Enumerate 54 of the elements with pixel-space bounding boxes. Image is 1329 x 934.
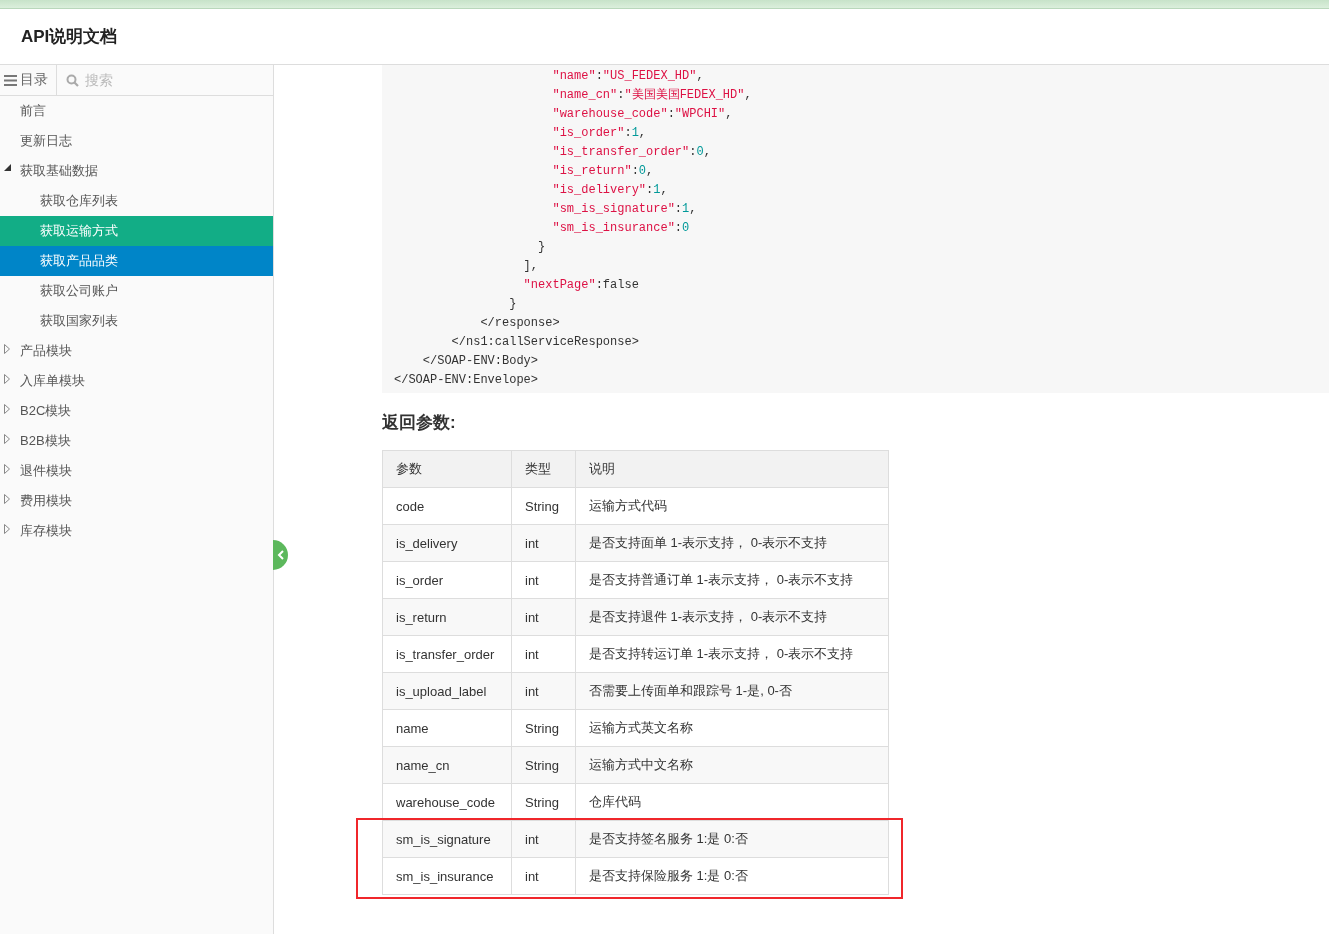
search-field[interactable]: 搜索 (83, 71, 237, 89)
nav-item[interactable]: 产品模块 (0, 336, 273, 366)
table-cell: 运输方式英文名称 (575, 709, 889, 747)
nav-item[interactable]: 更新日志 (0, 126, 273, 156)
table-cell: 是否支持普通订单 1-表示支持， 0-表示不支持 (575, 561, 889, 599)
table-cell: int (511, 635, 576, 673)
table-cell: 运输方式代码 (575, 487, 889, 525)
table-cell: is_return (382, 598, 512, 636)
column-header: 参数 (382, 450, 512, 488)
table-cell: int (511, 561, 576, 599)
table-cell: name_cn (382, 746, 512, 784)
nav-item[interactable]: 获取仓库列表 (0, 186, 273, 216)
table-cell: String (511, 783, 576, 821)
table-cell: int (511, 820, 576, 858)
table-cell: String (511, 746, 576, 784)
table-cell: 是否支持面单 1-表示支持， 0-表示不支持 (575, 524, 889, 562)
table-cell: code (382, 487, 512, 525)
search-icon (66, 73, 79, 87)
nav-item[interactable]: 库存模块 (0, 516, 273, 546)
column-header: 说明 (575, 450, 889, 488)
chevron-left-icon (276, 550, 285, 560)
nav-item[interactable]: 入库单模块 (0, 366, 273, 396)
table-cell: 是否支持退件 1-表示支持， 0-表示不支持 (575, 598, 889, 636)
table-cell: String (511, 487, 576, 525)
table-cell: int (511, 598, 576, 636)
table-cell: is_delivery (382, 524, 512, 562)
table-cell: 仓库代码 (575, 783, 889, 821)
table-cell: 是否支持签名服务 1:是 0:否 (575, 820, 889, 858)
table-cell: 运输方式中文名称 (575, 746, 889, 784)
nav-item[interactable]: 获取国家列表 (0, 306, 273, 336)
nav-item[interactable]: B2C模块 (0, 396, 273, 426)
menu-icon (4, 74, 17, 86)
code-block: "name":"US_FEDEX_HD", "name_cn":"美国美国FEDEX_HD", "warehouse_code":"WPCHI", "is_order":1, "is_transfer_order":0, "is_return":0, "is_delivery":1, "sm_is_signature":1, "sm_is_insurance":0 } ], "nextPage":false } </response> </ns1:callServiceResponse> </SOAP-ENV:Body> </SOAP-ENV:Envelope> (382, 65, 1329, 393)
table-cell: 是否支持转运订单 1-表示支持， 0-表示不支持 (575, 635, 889, 673)
table-cell: int (511, 672, 576, 710)
nav-item[interactable]: B2B模块 (0, 426, 273, 456)
nav-item[interactable]: 退件模块 (0, 456, 273, 486)
table-cell: String (511, 709, 576, 747)
column-header: 类型 (511, 450, 576, 488)
table-cell: name (382, 709, 512, 747)
nav-item[interactable]: 获取公司账户 (0, 276, 273, 306)
collapse-sidebar-button[interactable] (273, 540, 288, 570)
nav-item[interactable]: 费用模块 (0, 486, 273, 516)
table-cell: warehouse_code (382, 783, 512, 821)
table-cell: is_upload_label (382, 672, 512, 710)
nav-item[interactable]: 获取基础数据 (0, 156, 273, 186)
page-title: API说明文档 (21, 26, 118, 48)
table-cell: 否需要上传面单和跟踪号 1-是, 0-否 (575, 672, 889, 710)
nav-item[interactable]: 前言 (0, 96, 273, 126)
nav-item[interactable]: 获取产品品类 (0, 246, 273, 276)
table-cell: is_transfer_order (382, 635, 512, 673)
table-cell: is_order (382, 561, 512, 599)
section-heading: 返回参数: (382, 412, 457, 434)
table-cell: int (511, 524, 576, 562)
